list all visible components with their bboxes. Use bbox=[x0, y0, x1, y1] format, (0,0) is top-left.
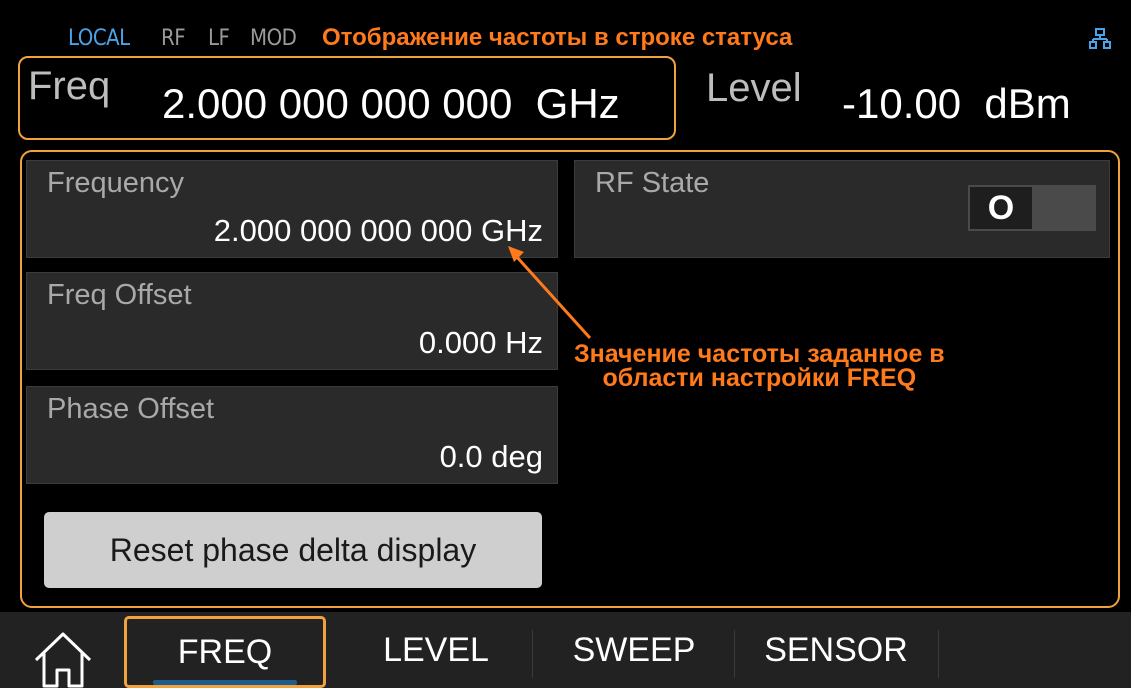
home-icon[interactable] bbox=[30, 626, 96, 688]
annotation-line-2: области настройки FREQ bbox=[602, 364, 917, 392]
header-level-value[interactable]: -10.00 dBm bbox=[842, 80, 1071, 128]
status-annotation: Отображение частоты в строке статуса bbox=[322, 24, 793, 51]
tab-sweep[interactable]: SWEEP bbox=[536, 612, 732, 688]
status-local: LOCAL bbox=[68, 26, 130, 51]
header-freq-label: Freq bbox=[28, 64, 111, 108]
reset-phase-delta-button[interactable]: Reset phase delta display bbox=[44, 512, 542, 588]
rf-state-toggle[interactable]: O bbox=[968, 185, 1096, 231]
status-rf: RF bbox=[161, 26, 186, 51]
tab-separator bbox=[938, 630, 939, 678]
frequency-panel[interactable]: Frequency 2.000 000 000 000 GHz bbox=[26, 160, 558, 258]
annotation-line-1: Значение частоты заданное в bbox=[574, 340, 945, 368]
status-lf: LF bbox=[208, 26, 230, 51]
status-mod: MOD bbox=[250, 26, 297, 51]
phase-offset-value: 0.0 deg bbox=[439, 439, 543, 474]
freq-offset-panel[interactable]: Freq Offset 0.000 Hz bbox=[26, 272, 558, 370]
frequency-title: Frequency bbox=[47, 167, 185, 199]
phase-offset-panel[interactable]: Phase Offset 0.0 deg bbox=[26, 386, 558, 484]
tab-level[interactable]: LEVEL bbox=[340, 612, 532, 688]
settings-frame: Frequency 2.000 000 000 000 GHz Freq Off… bbox=[20, 150, 1120, 608]
tab-sensor[interactable]: SENSOR bbox=[736, 612, 936, 688]
rf-state-panel[interactable]: RF State O bbox=[574, 160, 1110, 258]
header-freq-value[interactable]: 2.000 000 000 000 GHz bbox=[162, 80, 620, 128]
freq-offset-title: Freq Offset bbox=[47, 279, 192, 311]
status-bar: LOCAL RF LF MOD Отображение частоты в ст… bbox=[0, 0, 1131, 52]
frequency-value: 2.000 000 000 000 GHz bbox=[213, 213, 543, 248]
tab-separator bbox=[532, 630, 533, 678]
header-level-label: Level bbox=[706, 66, 802, 110]
phase-offset-title: Phase Offset bbox=[47, 393, 215, 425]
rf-state-title: RF State bbox=[595, 167, 710, 199]
tab-separator bbox=[734, 630, 735, 678]
freq-setting-annotation: Значение частоты заданное в области наст… bbox=[574, 340, 945, 392]
network-icon bbox=[1089, 28, 1111, 49]
rf-state-toggle-knob: O bbox=[970, 187, 1032, 229]
freq-offset-value: 0.000 Hz bbox=[418, 325, 543, 360]
header-readout: Freq 2.000 000 000 000 GHz Level -10.00 … bbox=[0, 52, 1131, 142]
tab-freq[interactable]: FREQ bbox=[124, 616, 326, 688]
bottom-nav: FREQ LEVEL SWEEP SENSOR bbox=[0, 612, 1131, 688]
